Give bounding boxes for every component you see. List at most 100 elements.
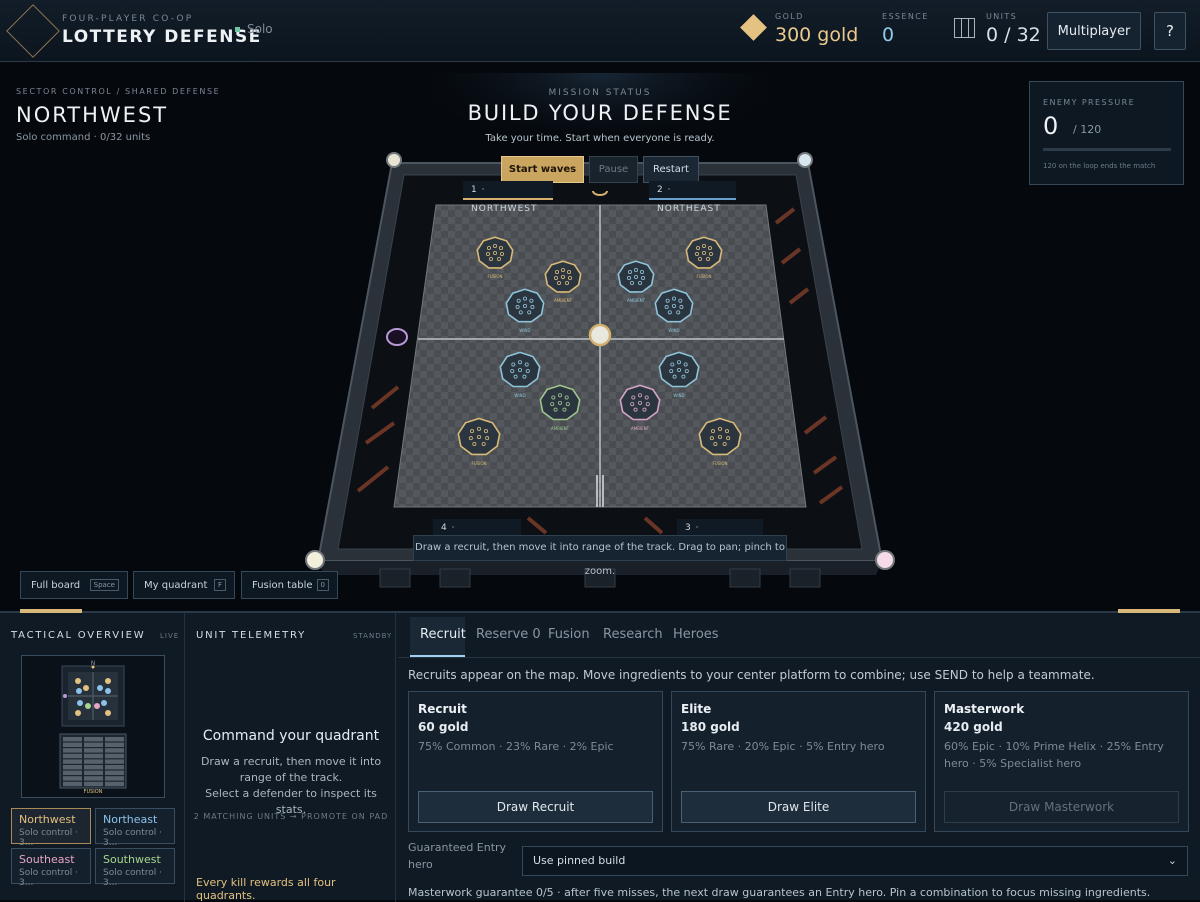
quadrant-name: Southwest <box>103 853 161 866</box>
telemetry-status: STANDBY <box>353 632 393 640</box>
full-board-button[interactable]: Full board Space <box>20 571 128 599</box>
card-price: 60 gold <box>418 720 469 734</box>
tactical-overview: TACTICAL OVERVIEW LIVE N FUSION Northwes… <box>0 613 185 902</box>
draw-masterwork-button[interactable]: Draw Masterwork <box>944 791 1179 823</box>
draw-recruit-button[interactable]: Draw Recruit <box>418 791 653 823</box>
elite-card: Elite 180 gold 75% Rare · 20% Epic · 5% … <box>671 691 926 832</box>
unit-platform-label: WIND <box>514 393 525 398</box>
live-badge: LIVE <box>160 632 180 640</box>
tab-heroes[interactable]: Heroes <box>673 627 719 642</box>
start-waves-button[interactable]: Start waves <box>501 156 584 183</box>
logo-diamond-icon <box>6 4 60 58</box>
card-name: Recruit <box>418 702 467 716</box>
essence-value: 0 <box>882 24 895 46</box>
guaranteed-hero-value: Use pinned build <box>533 854 626 867</box>
corner-lamp-sw <box>305 550 325 570</box>
unit-telemetry-title: UNIT TELEMETRY <box>196 630 307 641</box>
shop-description: Recruits appear on the map. Move ingredi… <box>408 668 1095 682</box>
help-button[interactable]: ? <box>1154 12 1186 50</box>
mission-title: BUILD YOUR DEFENSE <box>467 101 733 125</box>
enemy-spawn-portal <box>386 328 408 346</box>
enemy-pressure-bar <box>1043 148 1171 151</box>
quadrant-status: Solo control · 3... <box>103 868 163 888</box>
game-subtitle: FOUR-PLAYER CO-OP <box>62 14 194 24</box>
quadrant-button-northeast[interactable]: Northeast Solo control · 3... <box>95 808 175 848</box>
guaranteed-hero-label: Guaranteed Entry hero <box>408 841 507 871</box>
quadrant-label-northwest: 1 · NORTHWEST <box>463 181 553 214</box>
mode-status-dot-icon <box>235 27 240 32</box>
quadrant-label-northeast: 2 · NORTHEAST <box>649 181 736 214</box>
quadrant-name: Northeast <box>103 813 158 826</box>
tab-fusion[interactable]: Fusion <box>548 627 590 642</box>
quadrant-status: Solo control · 3... <box>19 868 79 888</box>
card-odds: 75% Rare · 20% Epic · 5% Entry hero <box>681 740 885 753</box>
units-bars-icon <box>954 18 975 38</box>
units-value: 0 / 32 <box>986 24 1041 46</box>
draw-elite-button[interactable]: Draw Elite <box>681 791 916 823</box>
card-name: Masterwork <box>944 702 1025 716</box>
bottom-panel: TACTICAL OVERVIEW LIVE N FUSION Northwes… <box>0 609 1200 902</box>
card-odds: 75% Common · 23% Rare · 2% Epic <box>418 740 614 753</box>
tab-divider <box>398 657 1200 658</box>
sector-name: NORTHWEST <box>16 103 169 127</box>
telemetry-match-rule: 2 MATCHING UNITS → PROMOTE ON PAD <box>193 812 389 821</box>
game-title: LOTTERY DEFENSE <box>62 27 262 47</box>
tab-reserve[interactable]: Reserve 0 <box>476 627 541 642</box>
my-quadrant-label: My quadrant <box>144 579 208 591</box>
tab-recruit[interactable]: Recruit <box>420 627 466 642</box>
quadrant-status: Solo control · 3... <box>103 828 163 848</box>
enemy-pressure-label: ENEMY PRESSURE <box>1043 98 1136 107</box>
sector-subtitle: Solo command · 0/32 units <box>16 132 151 143</box>
unit-platform-label: AMBIENT <box>554 298 573 303</box>
card-odds: 60% Epic · 10% Prime Helix · 25% Entry h… <box>944 740 1164 770</box>
my-quadrant-button[interactable]: My quadrant F <box>133 571 235 599</box>
fusion-table-button[interactable]: Fusion table 0 <box>241 571 338 599</box>
minimap[interactable]: N FUSION <box>21 655 165 798</box>
mission-label: MISSION STATUS <box>548 88 652 98</box>
guaranteed-hero-select[interactable]: Use pinned build ⌄ <box>522 846 1188 876</box>
unit-platform-label: FUSION <box>487 274 502 279</box>
essence-label: ESSENCE <box>882 12 929 21</box>
pause-button[interactable]: Pause <box>589 156 638 183</box>
restart-button[interactable]: Restart <box>643 156 699 183</box>
unit-platform-label: WIND <box>668 328 679 333</box>
center-fusion-platform[interactable] <box>588 323 612 347</box>
telemetry-footer: Every kill rewards all four quadrants. <box>196 876 336 902</box>
telemetry-body: Draw a recruit, then move it into range … <box>194 754 388 818</box>
unit-platform-label: WIND <box>673 393 684 398</box>
game-board-viewport[interactable]: FUSION AMBIENT WIND FUSION AMBIENT WIND WIND AM… <box>0 63 1200 611</box>
telemetry-body-line: Draw a recruit, then move it into range … <box>200 755 382 784</box>
full-board-label: Full board <box>31 579 81 591</box>
my-quadrant-shortcut: F <box>213 579 226 591</box>
unit-platform-label: AMBIENT <box>631 426 650 431</box>
gold-value: 300 gold <box>775 24 859 46</box>
units-label: UNITS <box>986 12 1018 21</box>
card-name: Elite <box>681 702 712 716</box>
multiplayer-button[interactable]: Multiplayer <box>1047 12 1141 50</box>
enemy-pressure-note: 120 on the loop ends the match <box>1043 162 1156 170</box>
gold-label: GOLD <box>775 12 804 21</box>
enemy-pressure-max: / 120 <box>1073 123 1102 136</box>
tab-research[interactable]: Research <box>603 627 663 642</box>
card-price: 180 gold <box>681 720 740 734</box>
fusion-table-label: Fusion table <box>252 579 313 591</box>
masterwork-guarantee-note: Masterwork guarantee 0/5 · after five mi… <box>408 886 1151 899</box>
quadrant-name: Northwest <box>19 813 76 826</box>
minimap-fusion-table <box>59 733 127 789</box>
unit-telemetry: UNIT TELEMETRY STANDBY Command your quad… <box>186 613 396 902</box>
quadrant-button-northwest[interactable]: Northwest Solo control · 3... <box>11 808 91 848</box>
mode-label: Solo <box>247 22 273 36</box>
enemy-pressure-value: 0 <box>1043 112 1059 140</box>
corner-lamp-se <box>875 550 895 570</box>
game-board[interactable]: FUSION AMBIENT WIND FUSION AMBIENT WIND WIND AM… <box>0 63 1200 611</box>
top-bar: FOUR-PLAYER CO-OP LOTTERY DEFENSE Solo G… <box>0 0 1200 62</box>
quadrant-button-southwest[interactable]: Southwest Solo control · 3... <box>95 848 175 888</box>
mission-subtitle: Take your time. Start when everyone is r… <box>485 133 715 144</box>
quadrant-status: Solo control · 3... <box>19 828 79 848</box>
fusion-table-shortcut: 0 <box>316 579 329 591</box>
quadrant-button-southeast[interactable]: Southeast Solo control · 3... <box>11 848 91 888</box>
full-board-shortcut: Space <box>89 579 119 591</box>
enemy-pressure-panel: ENEMY PRESSURE 0 / 120 120 on the loop e… <box>1029 81 1184 185</box>
corner-lamp-ne <box>797 152 813 168</box>
unit-platform-label: AMBIENT <box>627 298 646 303</box>
